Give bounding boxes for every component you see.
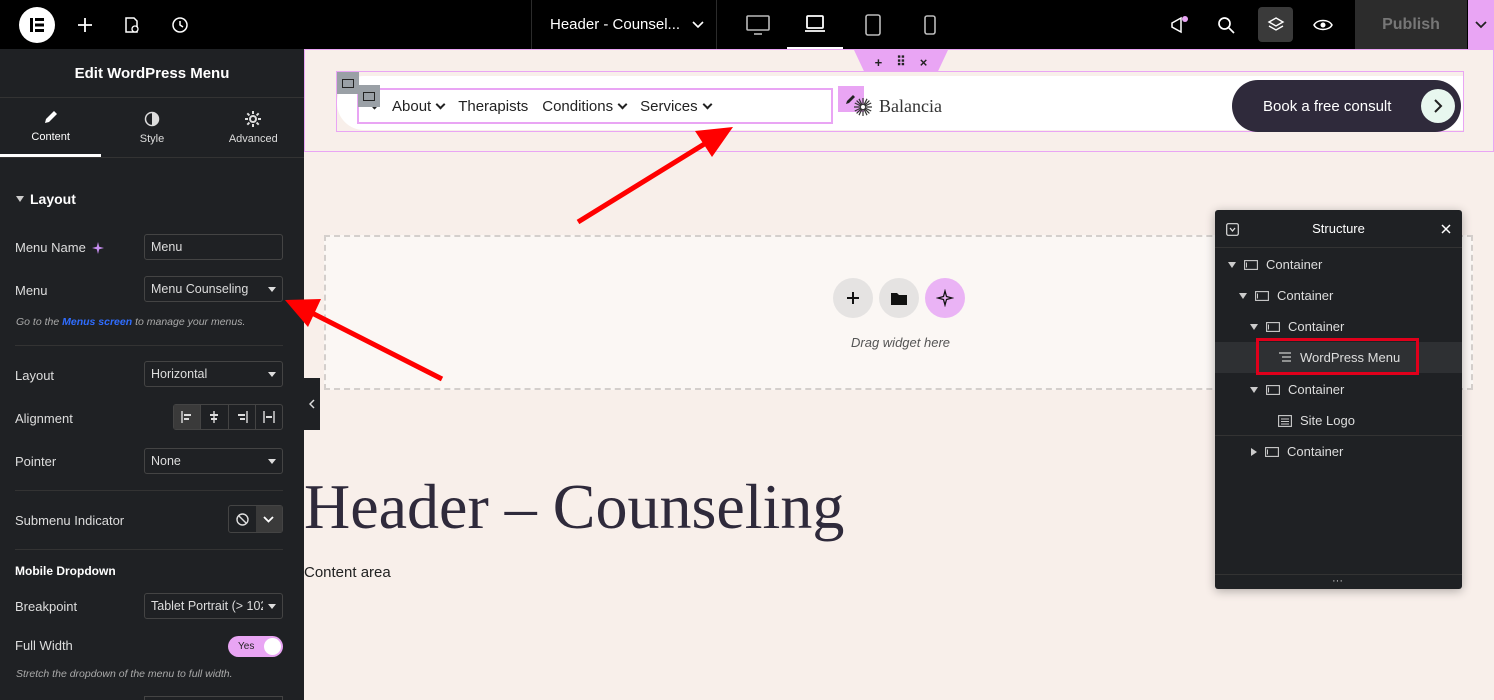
annotation-arrow-to-menu-select (285, 299, 444, 382)
annotation-arrows (285, 127, 733, 382)
annotation-arrow-to-menu-widget (576, 127, 733, 225)
